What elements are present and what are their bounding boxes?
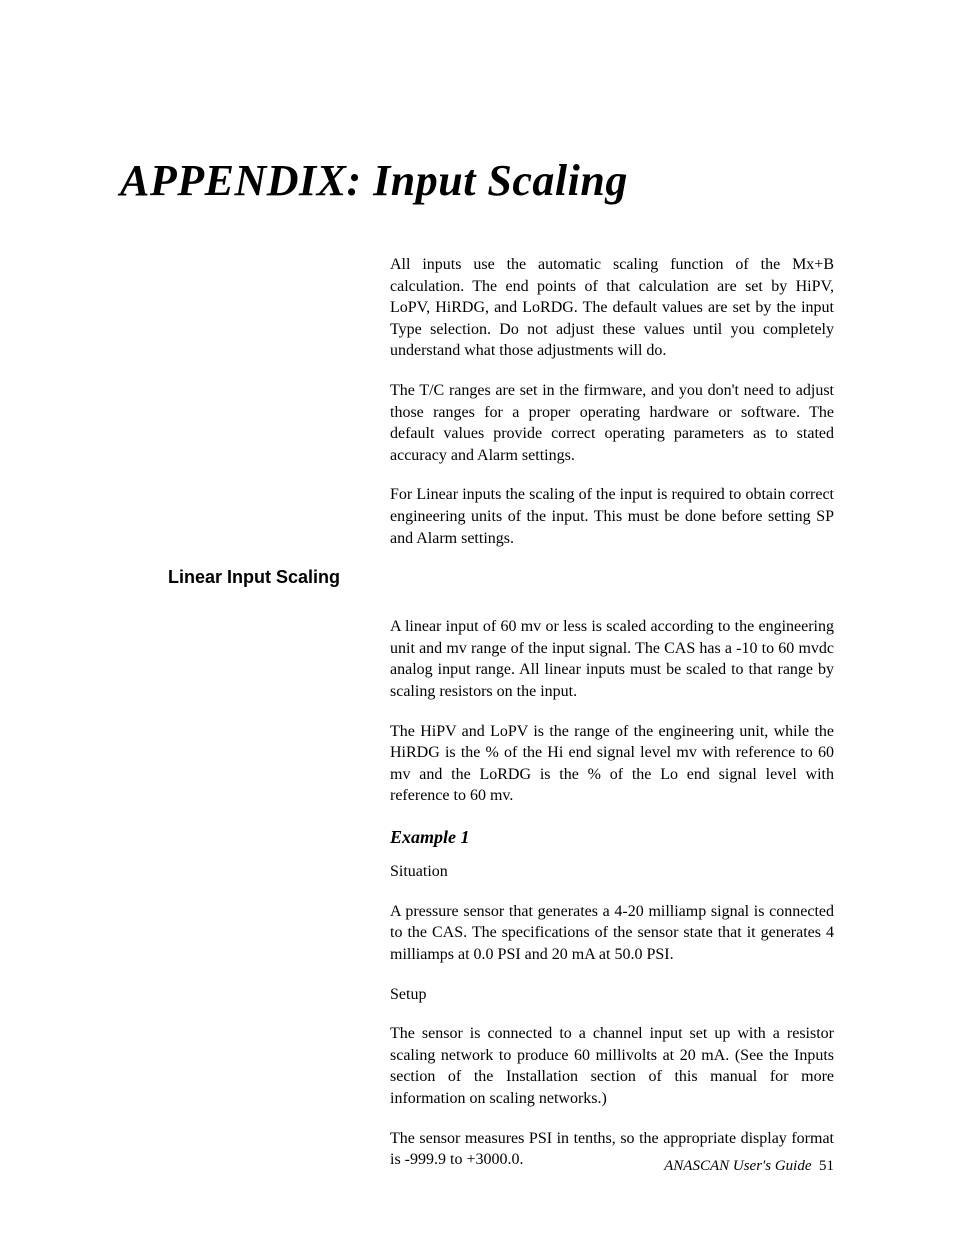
example-heading: Example 1 [390,825,834,849]
section-paragraph-2: The HiPV and LoPV is the range of the en… [390,721,834,807]
footer-book-title: ANASCAN User's Guide [664,1158,811,1174]
section-body: A linear input of 60 mv or less is scale… [390,616,834,1171]
intro-paragraph-2: The T/C ranges are set in the firmware, … [390,380,834,466]
intro-paragraph-1: All inputs use the automatic scaling fun… [390,254,834,362]
footer-page-number: 51 [819,1158,834,1174]
situation-label: Situation [390,861,834,883]
section-heading-linear-input-scaling: Linear Input Scaling [168,567,834,588]
situation-text: A pressure sensor that generates a 4-20 … [390,901,834,966]
setup-label: Setup [390,984,834,1006]
section-paragraph-1: A linear input of 60 mv or less is scale… [390,616,834,702]
intro-paragraph-3: For Linear inputs the scaling of the inp… [390,484,834,549]
page-title: APPENDIX: Input Scaling [120,155,834,206]
document-page: APPENDIX: Input Scaling All inputs use t… [0,0,954,1235]
intro-block: All inputs use the automatic scaling fun… [390,254,834,549]
page-footer: ANASCAN User's Guide 51 [664,1158,834,1175]
setup-paragraph-1: The sensor is connected to a channel inp… [390,1023,834,1109]
